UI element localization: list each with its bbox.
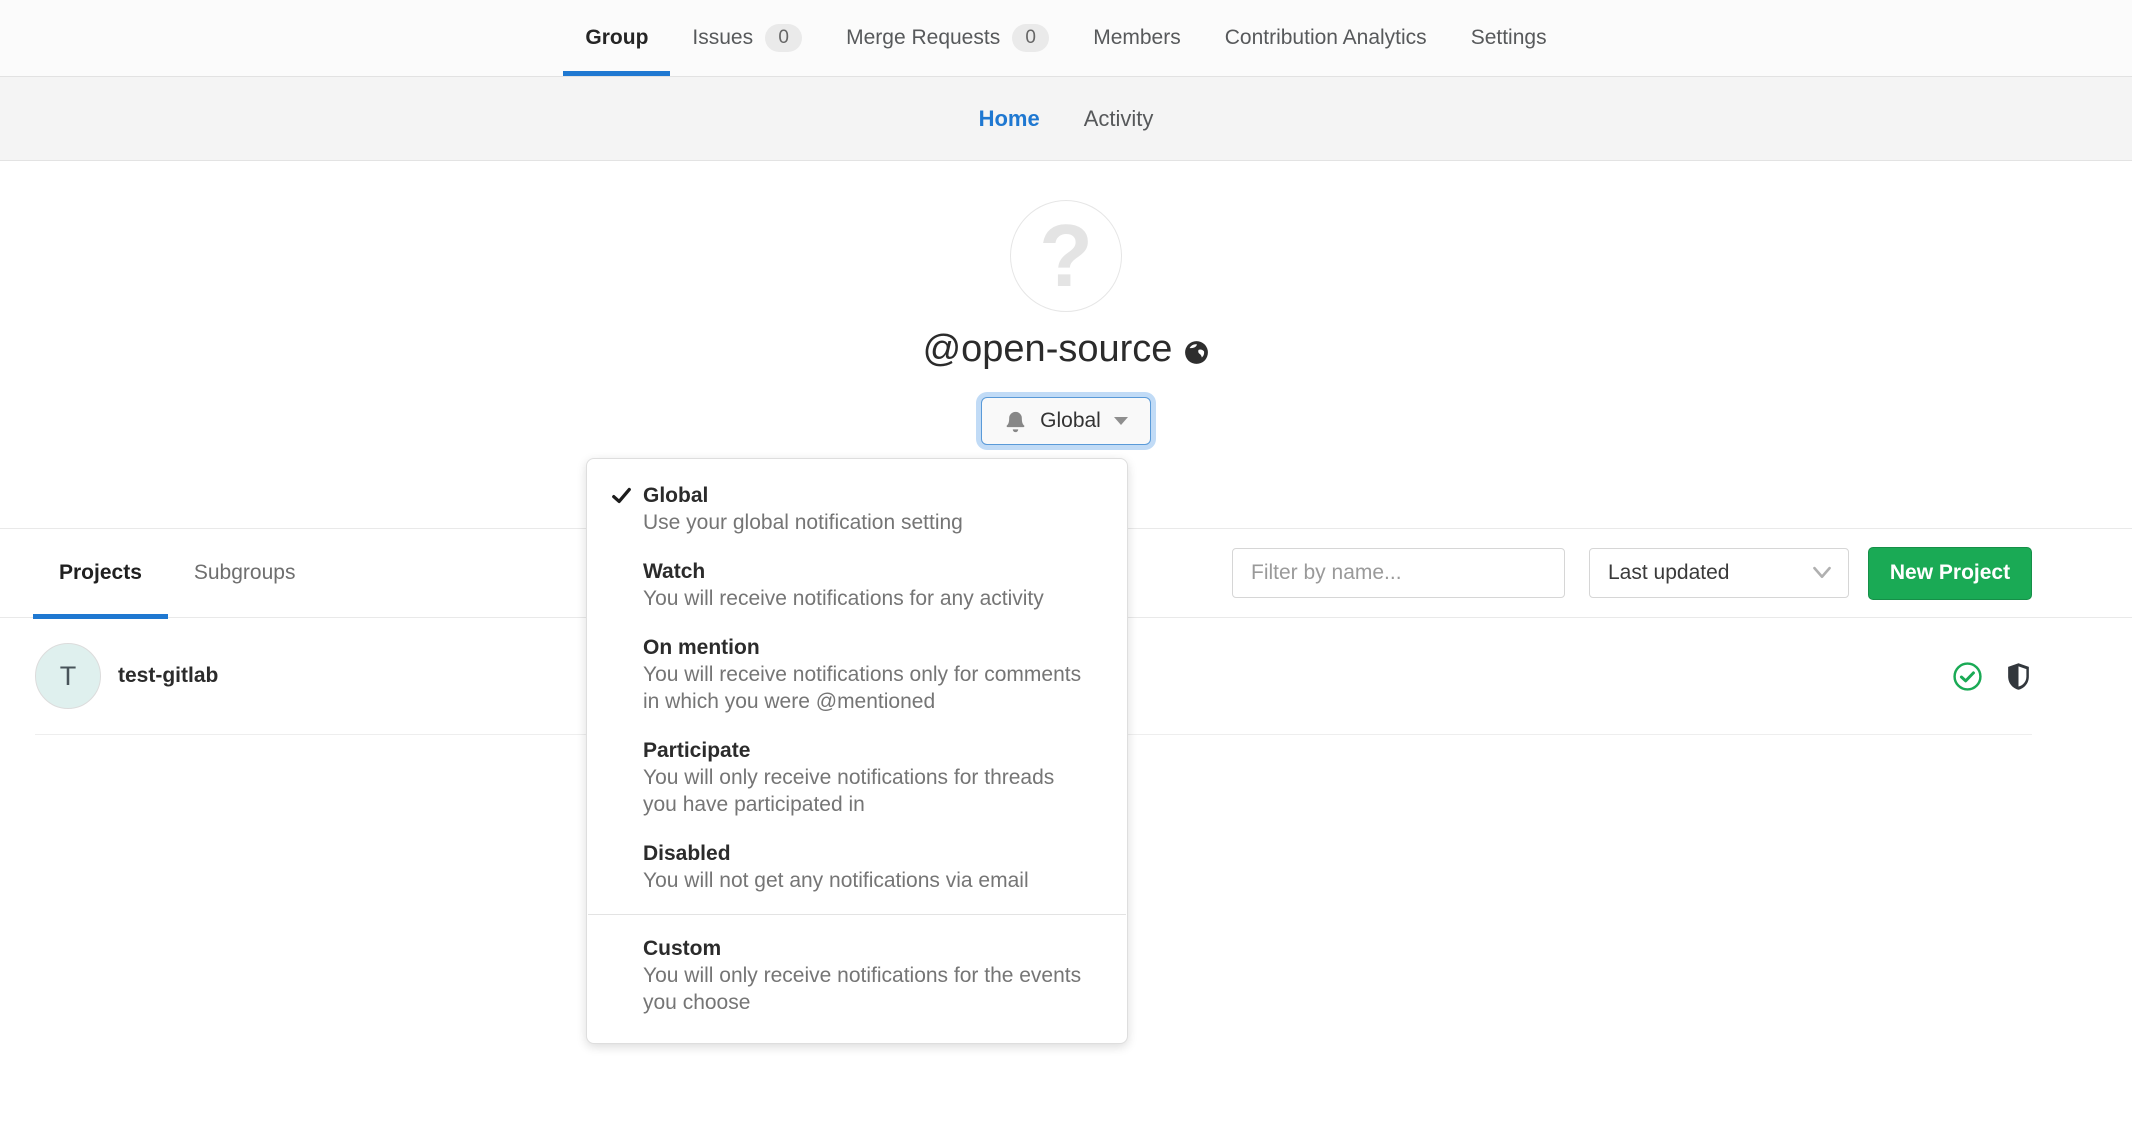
notification-option-global[interactable]: Global Use your global notification sett…	[587, 471, 1127, 547]
nav-tab-label: Contribution Analytics	[1225, 26, 1427, 50]
nav-tab-issues[interactable]: Issues 0	[670, 0, 824, 76]
caret-down-icon	[1114, 417, 1128, 425]
issues-count-badge: 0	[765, 24, 802, 52]
notification-option-disabled[interactable]: Disabled You will not get any notificati…	[587, 829, 1127, 905]
option-label: Participate	[643, 737, 1091, 764]
active-tab-underline	[33, 614, 168, 619]
nav-tab-label: Group	[585, 26, 648, 50]
project-avatar-initial: T	[60, 661, 77, 692]
notification-dropdown-menu: Global Use your global notification sett…	[586, 458, 1128, 1044]
notification-level-label: Global	[1040, 409, 1101, 433]
merge-requests-count-badge: 0	[1012, 24, 1049, 52]
checkmark-icon	[611, 486, 632, 510]
subnav-tab-activity[interactable]: Activity	[1084, 106, 1154, 132]
nav-tab-label: Merge Requests	[846, 26, 1000, 50]
active-tab-underline	[563, 71, 670, 76]
option-description: You will receive notifications for any a…	[643, 585, 1091, 612]
nav-tab-label: Issues	[692, 26, 753, 50]
group-nav-bar: Group Issues 0 Merge Requests 0 Members …	[0, 0, 2132, 77]
tab-subgroups[interactable]: Subgroups	[168, 529, 322, 618]
pipeline-status-passed-icon[interactable]	[1952, 661, 1983, 692]
group-avatar: ?	[1010, 200, 1122, 312]
project-name-link[interactable]: test-gitlab	[118, 664, 218, 688]
project-avatar: T	[35, 643, 101, 709]
option-label: Disabled	[643, 840, 1091, 867]
notification-option-on-mention[interactable]: On mention You will receive notification…	[587, 623, 1127, 726]
shield-icon	[2005, 661, 2032, 692]
tab-projects[interactable]: Projects	[33, 529, 168, 618]
nav-tab-members[interactable]: Members	[1071, 0, 1203, 76]
option-description: Use your global notification setting	[643, 509, 1091, 536]
sort-selected-value: Last updated	[1608, 561, 1729, 585]
notification-option-participate[interactable]: Participate You will only receive notifi…	[587, 726, 1127, 829]
notification-option-watch[interactable]: Watch You will receive notifications for…	[587, 547, 1127, 623]
nav-tab-label: Settings	[1471, 26, 1547, 50]
option-description: You will receive notifications only for …	[643, 661, 1091, 715]
option-description: You will only receive notifications for …	[643, 764, 1091, 818]
sort-dropdown[interactable]: Last updated	[1589, 548, 1849, 598]
new-project-button[interactable]: New Project	[1868, 547, 2032, 600]
notification-option-custom[interactable]: Custom You will only receive notificatio…	[587, 924, 1127, 1027]
nav-tab-label: Members	[1093, 26, 1181, 50]
project-row-icons	[1952, 661, 2032, 692]
option-description: You will not get any notifications via e…	[643, 867, 1091, 894]
group-nav-items: Group Issues 0 Merge Requests 0 Members …	[563, 0, 1568, 76]
nav-tab-group[interactable]: Group	[563, 0, 670, 76]
option-label: On mention	[643, 634, 1091, 661]
filter-by-name-input[interactable]	[1232, 548, 1565, 598]
option-description: You will only receive notifications for …	[643, 962, 1091, 1016]
public-visibility-icon	[1184, 337, 1209, 362]
bell-icon	[1004, 410, 1027, 433]
group-name: @open-source	[923, 328, 1173, 371]
group-sub-nav: Home Activity	[0, 77, 2132, 161]
nav-tab-merge-requests[interactable]: Merge Requests 0	[824, 0, 1071, 76]
group-title-row: @open-source	[0, 328, 2132, 371]
subnav-tab-home[interactable]: Home	[979, 106, 1040, 132]
option-label: Watch	[643, 558, 1091, 585]
tab-label: Projects	[59, 561, 142, 585]
chevron-down-icon	[1812, 566, 1832, 580]
question-mark-avatar-glyph: ?	[1039, 212, 1093, 300]
notification-dropdown-button[interactable]: Global	[981, 397, 1151, 445]
dropdown-divider	[588, 914, 1126, 915]
tab-label: Subgroups	[194, 561, 296, 585]
option-label: Global	[643, 482, 1091, 509]
option-label: Custom	[643, 935, 1091, 962]
nav-tab-settings[interactable]: Settings	[1449, 0, 1569, 76]
nav-tab-contribution-analytics[interactable]: Contribution Analytics	[1203, 0, 1449, 76]
